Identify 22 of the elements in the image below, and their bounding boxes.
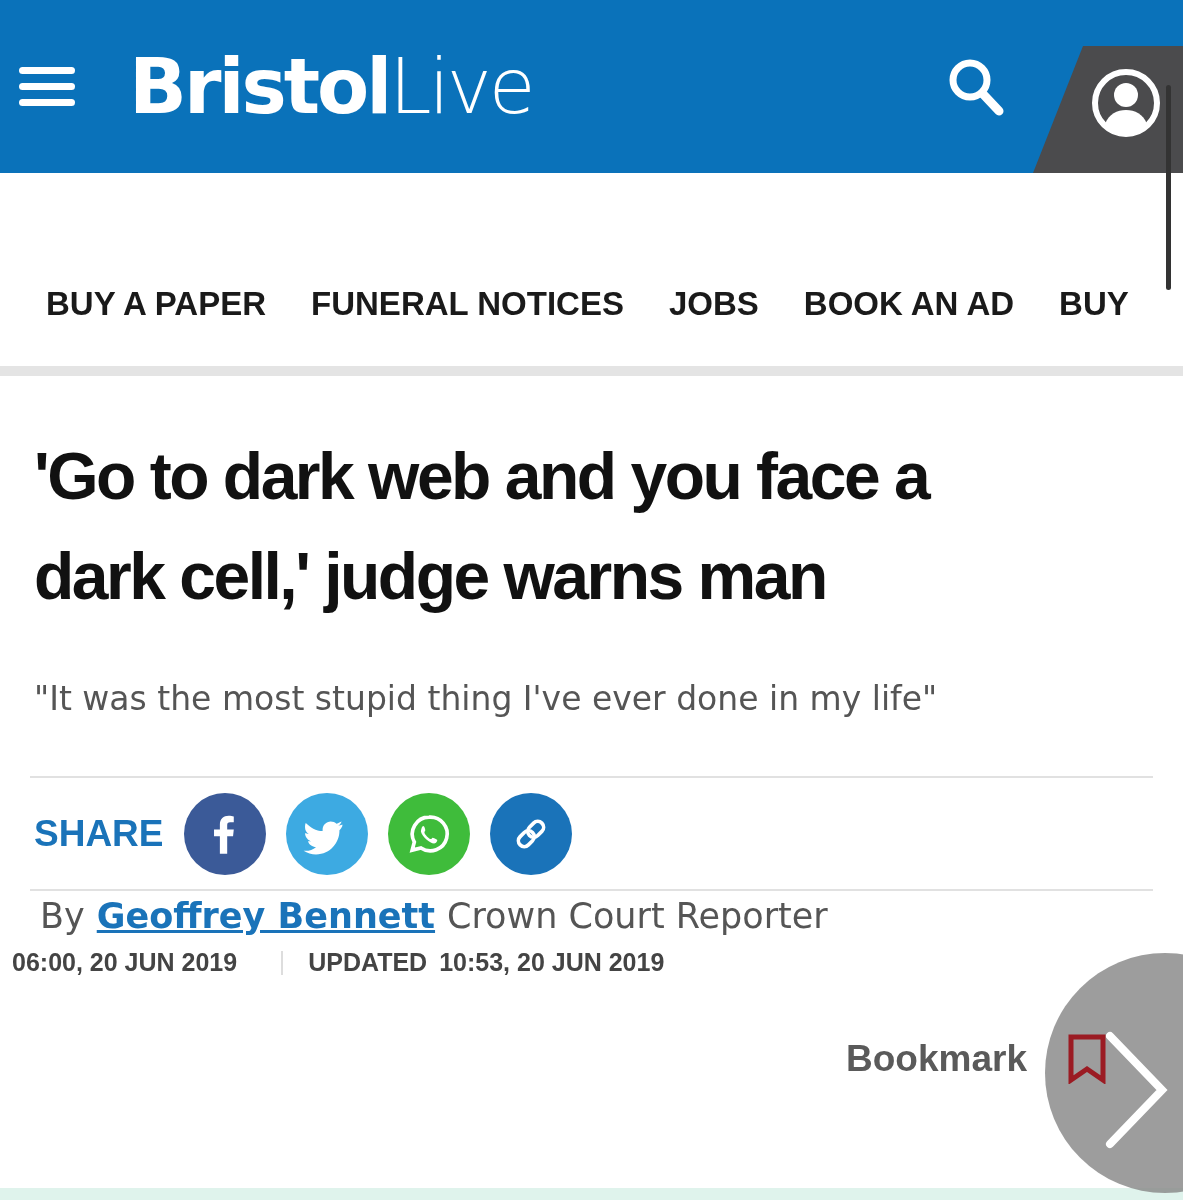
- author-link[interactable]: Geoffrey Bennett: [96, 895, 436, 936]
- updated-label: UPDATED: [308, 946, 428, 978]
- updated-time: 10:53, 20 JUN 2019: [439, 946, 665, 978]
- bookmark-label[interactable]: Bookmark: [846, 1031, 1027, 1087]
- chevron-right-icon: [1105, 1031, 1169, 1149]
- published-time: 06:00, 20 JUN 2019: [12, 946, 238, 978]
- nav-link[interactable]: BUY A PAPER: [46, 278, 267, 328]
- site-logo[interactable]: BristolLive: [129, 48, 533, 125]
- nav-link[interactable]: JOBS: [668, 278, 759, 328]
- author-role: Crown Court Reporter: [447, 895, 828, 936]
- headline: 'Go to dark web and you face a dark cell,' judge warns man: [34, 438, 931, 615]
- nav-link[interactable]: BUY: [1059, 278, 1129, 328]
- nav-link[interactable]: FUNERAL NOTICES: [311, 278, 624, 328]
- byline-prefix: By: [40, 895, 85, 936]
- share-label: SHARE: [34, 811, 164, 856]
- menu-icon[interactable]: [19, 66, 75, 107]
- scrollbar[interactable]: [1166, 85, 1171, 290]
- standfirst: "It was the most stupid thing I've ever done in my life": [34, 678, 939, 720]
- user-icon: [1091, 68, 1161, 138]
- bookmark-icon[interactable]: [1067, 1034, 1107, 1084]
- account-tab[interactable]: [1033, 46, 1183, 173]
- nav-link[interactable]: BOOK AN AD: [803, 278, 1015, 328]
